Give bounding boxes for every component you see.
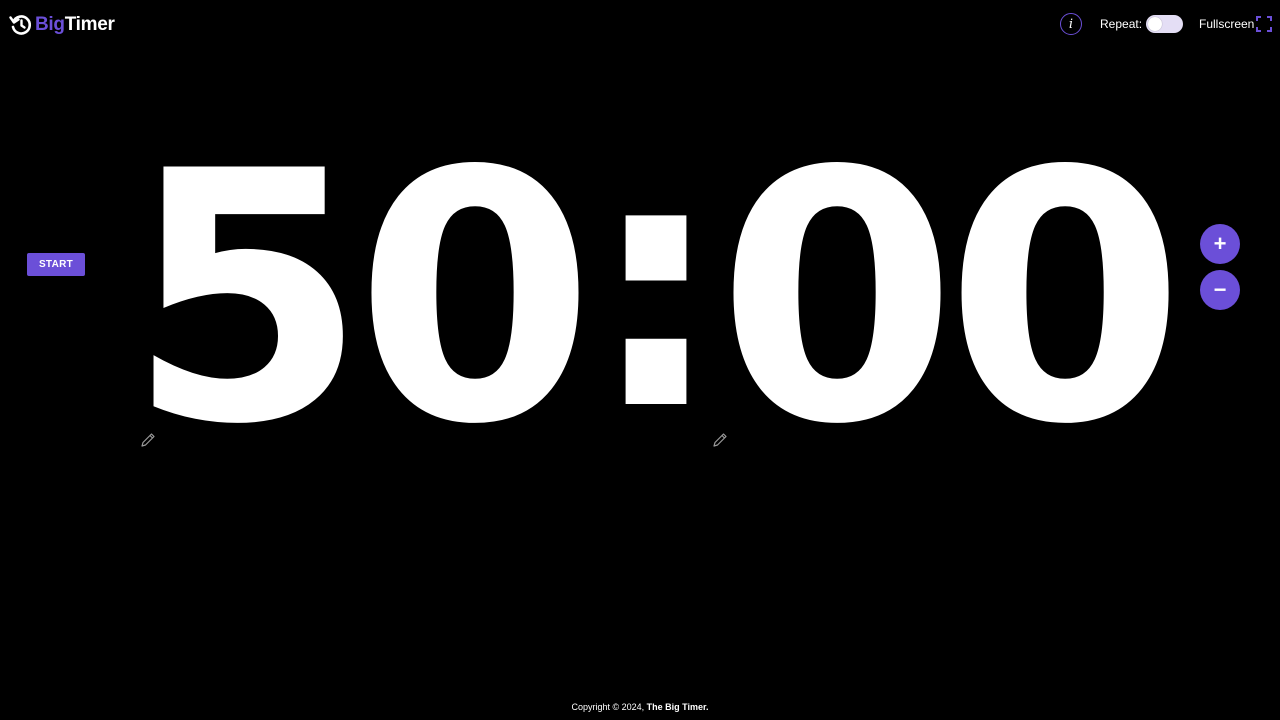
timer-display: 50:00 <box>127 106 1185 480</box>
footer-text: Copyright © 2024, <box>571 702 647 712</box>
repeat-toggle-knob <box>1148 17 1162 31</box>
logo-wordmark: BigTimer <box>35 12 115 38</box>
info-icon: i <box>1068 16 1074 32</box>
plus-icon: + <box>1213 231 1227 256</box>
timer-minutes[interactable]: 50 <box>127 120 595 480</box>
start-button[interactable]: START <box>27 253 85 276</box>
increase-time-button[interactable]: + <box>1200 224 1240 264</box>
footer-copyright: Copyright © 2024, The Big Timer. <box>0 700 1280 714</box>
edit-seconds-pencil-icon[interactable] <box>712 432 728 448</box>
repeat-label: Repeat: <box>1100 17 1143 31</box>
fullscreen-icon[interactable] <box>1256 16 1272 32</box>
timer-separator: : <box>587 85 725 486</box>
edit-minutes-pencil-icon[interactable] <box>140 432 156 448</box>
logo[interactable]: BigTimer <box>9 12 115 38</box>
info-button[interactable]: i <box>1060 13 1082 35</box>
minus-icon: − <box>1213 277 1227 302</box>
logo-big-text: Big <box>35 14 65 35</box>
fullscreen-button[interactable]: Fullscreen <box>1199 16 1254 32</box>
decrease-time-button[interactable]: − <box>1200 270 1240 310</box>
timer-seconds[interactable]: 00 <box>717 120 1185 480</box>
clock-history-icon <box>9 15 32 35</box>
big-timer-page: BigTimer i Repeat: Fullscreen START 50:0… <box>0 0 1280 720</box>
logo-timer-text: Timer <box>64 14 115 35</box>
repeat-toggle[interactable] <box>1146 15 1183 33</box>
footer-brand-link[interactable]: The Big Timer. <box>647 702 709 712</box>
